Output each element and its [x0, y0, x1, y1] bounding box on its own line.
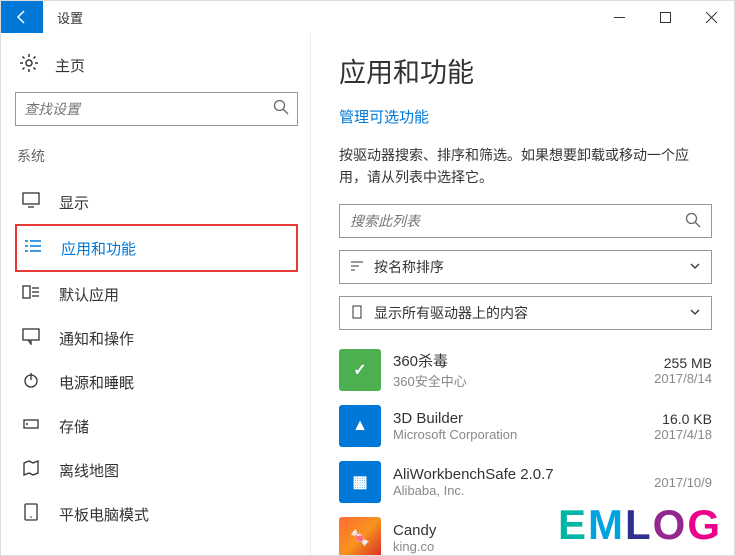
- search-icon: [685, 212, 701, 231]
- nav-label: 默认应用: [59, 284, 119, 305]
- tablet-icon: [21, 503, 41, 525]
- page-title: 应用和功能: [339, 51, 712, 90]
- back-button[interactable]: [1, 1, 43, 33]
- nav-label: 通知和操作: [59, 328, 134, 349]
- home-label: 主页: [55, 55, 85, 76]
- nav-label: 平板电脑模式: [59, 504, 149, 525]
- search-icon: [273, 99, 289, 120]
- app-date: 2017/8/14: [654, 371, 712, 386]
- map-icon: [21, 459, 41, 481]
- manage-optional-features-link[interactable]: 管理可选功能: [339, 106, 712, 127]
- nav-item-display[interactable]: 显示: [15, 180, 298, 224]
- power-icon: [21, 371, 41, 393]
- app-date: 2017/10/9: [654, 475, 712, 490]
- description-text: 按驱动器搜索、排序和筛选。如果想要卸载或移动一个应用，请从列表中选择它。: [339, 145, 712, 188]
- nav-label: 电源和睡眠: [59, 372, 134, 393]
- chevron-down-icon: [689, 305, 701, 321]
- nav-item-power-sleep[interactable]: 电源和睡眠: [15, 360, 298, 404]
- search-settings-input[interactable]: [24, 101, 273, 117]
- list-icon: [23, 237, 43, 259]
- monitor-icon: [21, 191, 41, 213]
- gear-icon: [19, 53, 39, 78]
- app-icon: ▦: [339, 461, 381, 503]
- filter-label: 显示所有驱动器上的内容: [374, 303, 528, 323]
- titlebar: 设置: [1, 1, 734, 33]
- nav-item-default-apps[interactable]: 默认应用: [15, 272, 298, 316]
- main-panel: 应用和功能 管理可选功能 按驱动器搜索、排序和筛选。如果想要卸载或移动一个应用，…: [311, 33, 734, 555]
- app-size: 255 MB: [654, 355, 712, 371]
- app-icon: ✓: [339, 349, 381, 391]
- app-publisher: Microsoft Corporation: [393, 427, 654, 442]
- home-link[interactable]: 主页: [15, 47, 298, 92]
- app-publisher: Alibaba, Inc.: [393, 483, 654, 498]
- nav-item-offline-maps[interactable]: 离线地图: [15, 448, 298, 492]
- sort-label: 按名称排序: [374, 257, 444, 277]
- drive-icon: [350, 305, 364, 322]
- app-name: 360杀毒: [393, 350, 654, 371]
- notification-icon: [21, 327, 41, 349]
- default-apps-icon: [21, 283, 41, 305]
- window-title: 设置: [57, 8, 83, 27]
- close-button[interactable]: [688, 1, 734, 33]
- app-name: 3D Builder: [393, 410, 654, 427]
- nav-label: 应用和功能: [61, 238, 136, 259]
- nav-item-apps-features[interactable]: 应用和功能: [15, 224, 298, 272]
- filter-dropdown[interactable]: 显示所有驱动器上的内容: [339, 296, 712, 330]
- sidebar: 主页 系统 显示 应用和功能: [1, 33, 311, 555]
- app-size: 16.0 KB: [654, 411, 712, 427]
- minimize-button[interactable]: [596, 1, 642, 33]
- app-row[interactable]: ▲ 3D Builder Microsoft Corporation 16.0 …: [339, 398, 712, 454]
- maximize-button[interactable]: [642, 1, 688, 33]
- app-date: 2017/4/18: [654, 427, 712, 442]
- app-publisher: 360安全中心: [393, 371, 654, 390]
- app-name: AliWorkbenchSafe 2.0.7: [393, 466, 654, 483]
- search-apps-input[interactable]: [350, 213, 685, 229]
- search-settings-box[interactable]: [15, 92, 298, 126]
- nav-item-notifications[interactable]: 通知和操作: [15, 316, 298, 360]
- app-icon: ▲: [339, 405, 381, 447]
- sort-dropdown[interactable]: 按名称排序: [339, 250, 712, 284]
- watermark: EMLOG: [558, 501, 722, 549]
- nav-item-tablet-mode[interactable]: 平板电脑模式: [15, 492, 298, 536]
- storage-icon: [21, 415, 41, 437]
- nav-label: 存储: [59, 416, 89, 437]
- chevron-down-icon: [689, 259, 701, 275]
- nav-label: 显示: [59, 192, 89, 213]
- app-row[interactable]: ✓ 360杀毒 360安全中心 255 MB 2017/8/14: [339, 342, 712, 398]
- search-apps-box[interactable]: [339, 204, 712, 238]
- section-label: 系统: [15, 146, 298, 166]
- nav-item-storage[interactable]: 存储: [15, 404, 298, 448]
- app-icon: 🍬: [339, 517, 381, 555]
- sort-icon: [350, 259, 364, 276]
- nav-label: 离线地图: [59, 460, 119, 481]
